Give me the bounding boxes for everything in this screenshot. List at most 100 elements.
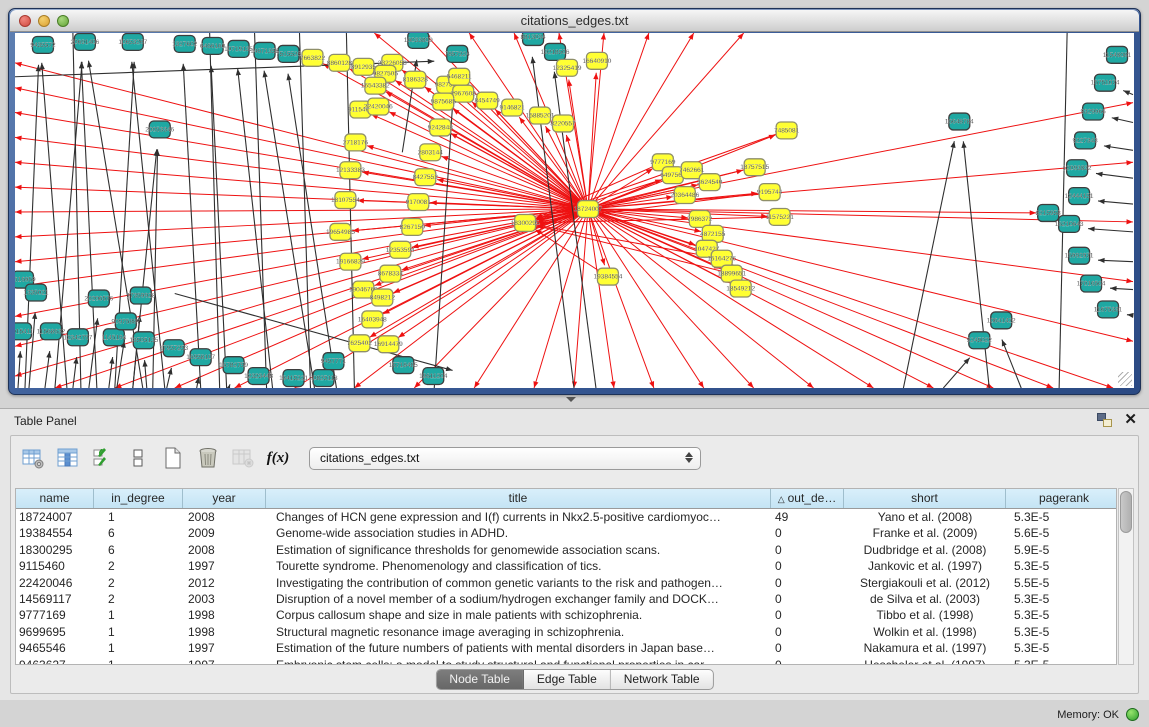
tab-node-table[interactable]: Node Table: [436, 670, 524, 689]
graph-edge[interactable]: [588, 209, 873, 388]
graph-edge[interactable]: [15, 162, 588, 209]
table-cell: 49: [771, 509, 844, 525]
table-vertical-scrollbar[interactable]: [1118, 488, 1134, 665]
table-cell: 19384554: [16, 525, 94, 541]
graph-node-label: 17359928: [126, 293, 155, 300]
edge-arrowhead: [567, 80, 572, 87]
table-cell: 5.6E-5: [1006, 525, 1117, 541]
graph-node-label: 9777169: [650, 159, 676, 166]
table-cell: 6: [94, 525, 183, 541]
table-row[interactable]: 1872400712008Changes of HCN gene express…: [16, 509, 1116, 525]
table-toolbar: f(x) citations_edges.txt: [19, 442, 701, 474]
table-row[interactable]: 911546021997Tourette syndrome. Phenomeno…: [16, 558, 1116, 574]
graph-node-label: 2718176: [343, 139, 369, 146]
network-canvas[interactable]: 9435572206914061065326713276026466160107…: [15, 33, 1134, 388]
table-row[interactable]: 1830029562008Estimation of significance …: [16, 542, 1116, 558]
edge-arrowhead: [17, 351, 22, 358]
table-cell: 2: [94, 558, 183, 574]
edge-arrowhead: [15, 313, 22, 318]
edge-arrowhead: [514, 33, 519, 40]
table-settings-icon[interactable]: [19, 444, 47, 472]
edge-arrowhead: [1002, 340, 1007, 347]
edge-arrowhead: [950, 141, 955, 148]
graph-node-label: 16640910: [583, 58, 612, 65]
column-header-in-degree[interactable]: in_degree: [94, 489, 183, 508]
table-cell: 2008: [183, 542, 266, 558]
graph-node-label: 19611204: [419, 373, 448, 380]
graph-node-label: 12444151: [1065, 193, 1094, 200]
graph-edge[interactable]: [588, 209, 1053, 388]
memory-ok-indicator[interactable]: [1126, 708, 1139, 721]
table-cell: Tibbo et al. (1998): [844, 607, 1006, 623]
graph-edge[interactable]: [588, 209, 614, 388]
column-chooser-icon[interactable]: [54, 444, 82, 472]
graph-edge[interactable]: [903, 141, 954, 388]
table-row[interactable]: 2242004622012Investigating the contribut…: [16, 575, 1116, 591]
graph-node-label: 18724007: [574, 206, 603, 213]
node-table[interactable]: namein_degreeyeartitle△out_de… short pager…: [15, 488, 1117, 665]
graph-node-label: 8860128: [327, 60, 353, 67]
table-cell: 9463627: [16, 657, 94, 665]
table-cell: 5.3E-5: [1006, 558, 1117, 574]
graph-node-label: 8427552: [413, 174, 439, 181]
table-cell: 1: [94, 607, 183, 623]
graph-node-label: 16543382: [361, 83, 390, 90]
window-resize-grip[interactable]: [1118, 372, 1132, 386]
column-header-out-de-[interactable]: △out_de…: [771, 489, 844, 508]
function-builder-icon[interactable]: f(x): [264, 444, 292, 472]
table-row[interactable]: 1938455462009Genome-wide association stu…: [16, 525, 1116, 541]
table-cell: Embryonic stem cells: a model to study s…: [266, 657, 771, 665]
graph-edge[interactable]: [15, 209, 588, 237]
graph-edge[interactable]: [1088, 229, 1133, 232]
float-panel-icon[interactable]: [1097, 413, 1112, 427]
column-header-title[interactable]: title: [266, 489, 771, 508]
selection-list-icon[interactable]: [124, 444, 152, 472]
network-table-selector[interactable]: citations_edges.txt: [309, 447, 701, 470]
edge-arrowhead: [1112, 117, 1119, 122]
table-cell: 1997: [183, 657, 266, 665]
table-row[interactable]: 969969511998Structural magnetic resonanc…: [16, 624, 1116, 640]
table-cell: 1: [94, 624, 183, 640]
close-panel-icon[interactable]: ✕: [1124, 413, 1137, 427]
table-cell: 0: [771, 558, 844, 574]
graph-edge[interactable]: [183, 64, 200, 388]
column-header-label: short: [911, 491, 938, 505]
delete-rows-icon[interactable]: [194, 444, 222, 472]
table-cell: 5.3E-5: [1006, 509, 1117, 525]
table-row[interactable]: 946362711997Embryonic stem cells: a mode…: [16, 657, 1116, 665]
column-header-short[interactable]: short: [844, 489, 1006, 508]
graph-edge[interactable]: [963, 141, 989, 388]
column-header-pagerank[interactable]: pagerank: [1006, 489, 1117, 508]
graph-node-label: 1335021: [23, 290, 49, 297]
table-row[interactable]: 1456911722003Disruption of a novel membe…: [16, 591, 1116, 607]
edge-arrowhead: [453, 109, 460, 115]
row-select-icon[interactable]: [89, 444, 117, 472]
edge-arrowhead: [15, 111, 22, 116]
network-table-selector-value: citations_edges.txt: [320, 451, 419, 465]
scrollbar-thumb[interactable]: [1120, 491, 1132, 533]
table-cell: Corpus callosum shape and size in male p…: [266, 607, 771, 623]
graph-edge[interactable]: [588, 209, 754, 388]
graph-edge[interactable]: [588, 209, 1133, 341]
graph-node-label: 16914479: [374, 341, 403, 348]
graph-node-label: 10653267: [118, 39, 147, 46]
graph-edge[interactable]: [1002, 340, 1021, 388]
tab-network-table[interactable]: Network Table: [611, 670, 713, 689]
table-row[interactable]: 946554611997Estimation of the future num…: [16, 640, 1116, 656]
table-row[interactable]: 977716911998Corpus callosum shape and si…: [16, 607, 1116, 623]
network-window-titlebar[interactable]: citations_edges.txt: [10, 10, 1139, 32]
edge-arrowhead: [474, 381, 480, 388]
graph-edge[interactable]: [264, 71, 314, 388]
column-header-year[interactable]: year: [183, 489, 266, 508]
column-header-name[interactable]: name: [16, 489, 94, 508]
graph-edge[interactable]: [117, 341, 124, 388]
graph-edge[interactable]: [588, 209, 704, 388]
select-updown-icon: [684, 451, 693, 464]
new-table-icon[interactable]: [159, 444, 187, 472]
graph-edge[interactable]: [238, 69, 273, 388]
graph-edge[interactable]: [15, 209, 588, 212]
table-cell: 22420046: [16, 575, 94, 591]
split-pane-handle[interactable]: [566, 397, 576, 402]
graph-edge[interactable]: [15, 209, 588, 346]
tab-edge-table[interactable]: Edge Table: [524, 670, 611, 689]
